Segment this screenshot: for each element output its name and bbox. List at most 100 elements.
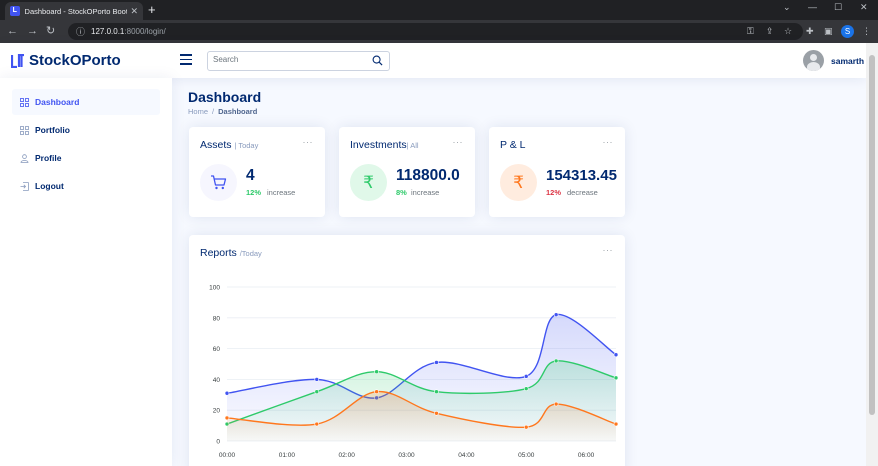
card-percent: 8% xyxy=(396,188,407,197)
data-point xyxy=(523,386,529,391)
app-header: StockOPorto samarth ▼ xyxy=(0,43,871,78)
y-tick-label: 100 xyxy=(209,285,220,292)
card-title: Assets xyxy=(200,139,232,151)
y-tick-label: 60 xyxy=(213,346,221,353)
data-point xyxy=(224,390,230,396)
browser-tab-strip: L Dashboard - StockOPorto Bootstrap ✕ + … xyxy=(0,0,878,20)
user-name: samarth xyxy=(831,55,865,66)
data-point xyxy=(613,352,619,358)
card-trend: increase xyxy=(411,188,440,197)
page-scrollbar[interactable] xyxy=(866,43,878,466)
breadcrumb: Home / Dashboard xyxy=(188,107,257,116)
bookmark-star-icon[interactable]: ☆ xyxy=(784,25,792,37)
forward-icon[interactable]: → xyxy=(27,24,38,38)
x-tick-label: 05:00 xyxy=(518,452,535,459)
data-point xyxy=(374,369,379,374)
sidebar-item-label: Portfolio xyxy=(35,125,70,135)
sidebar: Dashboard Portfolio Profile Logout xyxy=(0,78,172,466)
data-point xyxy=(434,410,439,416)
search-bar xyxy=(207,51,390,71)
card-menu-icon[interactable]: ··· xyxy=(303,137,314,147)
logo[interactable]: StockOPorto xyxy=(11,52,121,69)
x-tick-label: 01:00 xyxy=(279,452,296,459)
avatar xyxy=(803,50,824,71)
sidebar-item-label: Dashboard xyxy=(35,97,80,107)
x-tick-label: 04:00 xyxy=(458,452,475,459)
extensions-icon[interactable]: ✚ xyxy=(806,25,814,37)
data-point xyxy=(553,401,559,407)
data-point xyxy=(613,421,619,427)
logo-text: StockOPorto xyxy=(29,52,121,69)
data-point xyxy=(434,389,439,395)
card-value: 118800.0 xyxy=(396,167,460,184)
close-window-icon[interactable]: ✕ xyxy=(860,2,868,13)
cart-icon xyxy=(211,175,227,190)
reload-icon[interactable]: ↻ xyxy=(46,24,55,38)
person-icon xyxy=(20,153,29,163)
close-tab-icon[interactable]: ✕ xyxy=(130,6,138,17)
x-tick-label: 03:00 xyxy=(398,452,415,459)
card-subtitle: | All xyxy=(406,141,419,150)
key-icon[interactable]: ⚿ xyxy=(747,25,754,37)
card-value: 154313.45 xyxy=(546,167,617,184)
data-point xyxy=(613,375,619,381)
favicon-icon: L xyxy=(10,6,20,16)
card-title: Investments xyxy=(350,139,407,151)
tab-title: Dashboard - StockOPorto Bootstrap xyxy=(24,6,128,16)
sidebar-item-dashboard[interactable]: Dashboard xyxy=(12,89,160,115)
card-title: P & L xyxy=(500,139,526,151)
rupee-icon-badge: ₹ xyxy=(350,164,387,201)
card-percent: 12% xyxy=(246,188,262,197)
back-icon[interactable]: ← xyxy=(7,24,18,38)
url-path: :8000/login/ xyxy=(124,27,166,36)
data-point xyxy=(314,421,320,427)
browser-menu-icon[interactable]: ⋮ xyxy=(862,25,871,37)
x-tick-label: 00:00 xyxy=(219,452,236,459)
sidebar-item-label: Profile xyxy=(35,153,62,163)
y-tick-label: 40 xyxy=(213,377,221,384)
data-point xyxy=(553,358,559,364)
user-menu[interactable]: samarth ▼ xyxy=(803,50,871,71)
sidebar-item-profile[interactable]: Profile xyxy=(12,145,160,171)
scrollbar-thumb[interactable] xyxy=(869,55,875,415)
grid-icon xyxy=(20,125,29,135)
investments-card: Investments| All ··· ₹ 118800.0 8% incre… xyxy=(339,127,475,217)
rupee-icon-badge: ₹ xyxy=(500,164,537,201)
grid-icon xyxy=(20,97,29,107)
logo-icon xyxy=(11,53,24,68)
y-tick-label: 80 xyxy=(213,315,221,322)
data-point xyxy=(553,312,559,318)
data-point xyxy=(523,374,529,379)
sidebar-item-portfolio[interactable]: Portfolio xyxy=(12,117,160,143)
share-icon[interactable]: ⇪ xyxy=(766,25,774,37)
data-point xyxy=(434,360,439,365)
x-tick-label: 06:00 xyxy=(578,452,595,459)
browser-tab[interactable]: L Dashboard - StockOPorto Bootstrap ✕ xyxy=(5,2,143,20)
data-point xyxy=(374,389,379,395)
reports-chart: 0 20 40 60 80 100 00:00 01:00 02:00 03:00 04:00 05:… xyxy=(209,285,619,459)
assets-card: Assets | Today ··· 4 12% increase xyxy=(189,127,325,217)
card-trend: increase xyxy=(267,188,296,197)
minimize-icon[interactable]: — xyxy=(808,2,817,12)
y-tick-label: 20 xyxy=(213,408,221,415)
sidepanel-icon[interactable]: ▣ xyxy=(824,25,833,37)
search-input[interactable] xyxy=(213,55,363,64)
x-tick-label: 02:00 xyxy=(339,452,356,459)
address-bar[interactable]: ⓘ 127.0.0.1:8000/login/ xyxy=(68,23,803,40)
breadcrumb-home-link[interactable]: Home xyxy=(188,107,208,116)
card-value: 4 xyxy=(246,167,255,184)
browser-profile-avatar[interactable]: S xyxy=(841,25,854,38)
reports-card: Reports /Today ··· 0 20 40 60 80 100 00:00 01:0… xyxy=(189,235,625,466)
sidebar-item-logout[interactable]: Logout xyxy=(12,173,160,199)
maximize-icon[interactable]: ☐ xyxy=(834,2,842,13)
data-point xyxy=(523,424,529,430)
breadcrumb-separator: / xyxy=(212,107,215,116)
search-icon[interactable] xyxy=(372,55,383,66)
y-tick-label: 0 xyxy=(216,439,220,446)
info-icon[interactable]: ⓘ xyxy=(76,26,85,38)
sidebar-toggle-icon[interactable] xyxy=(180,54,192,66)
tab-search-icon[interactable]: ⌄ xyxy=(783,2,791,13)
card-menu-icon[interactable]: ··· xyxy=(603,137,614,147)
new-tab-icon[interactable]: + xyxy=(148,2,156,18)
card-menu-icon[interactable]: ··· xyxy=(453,137,464,147)
